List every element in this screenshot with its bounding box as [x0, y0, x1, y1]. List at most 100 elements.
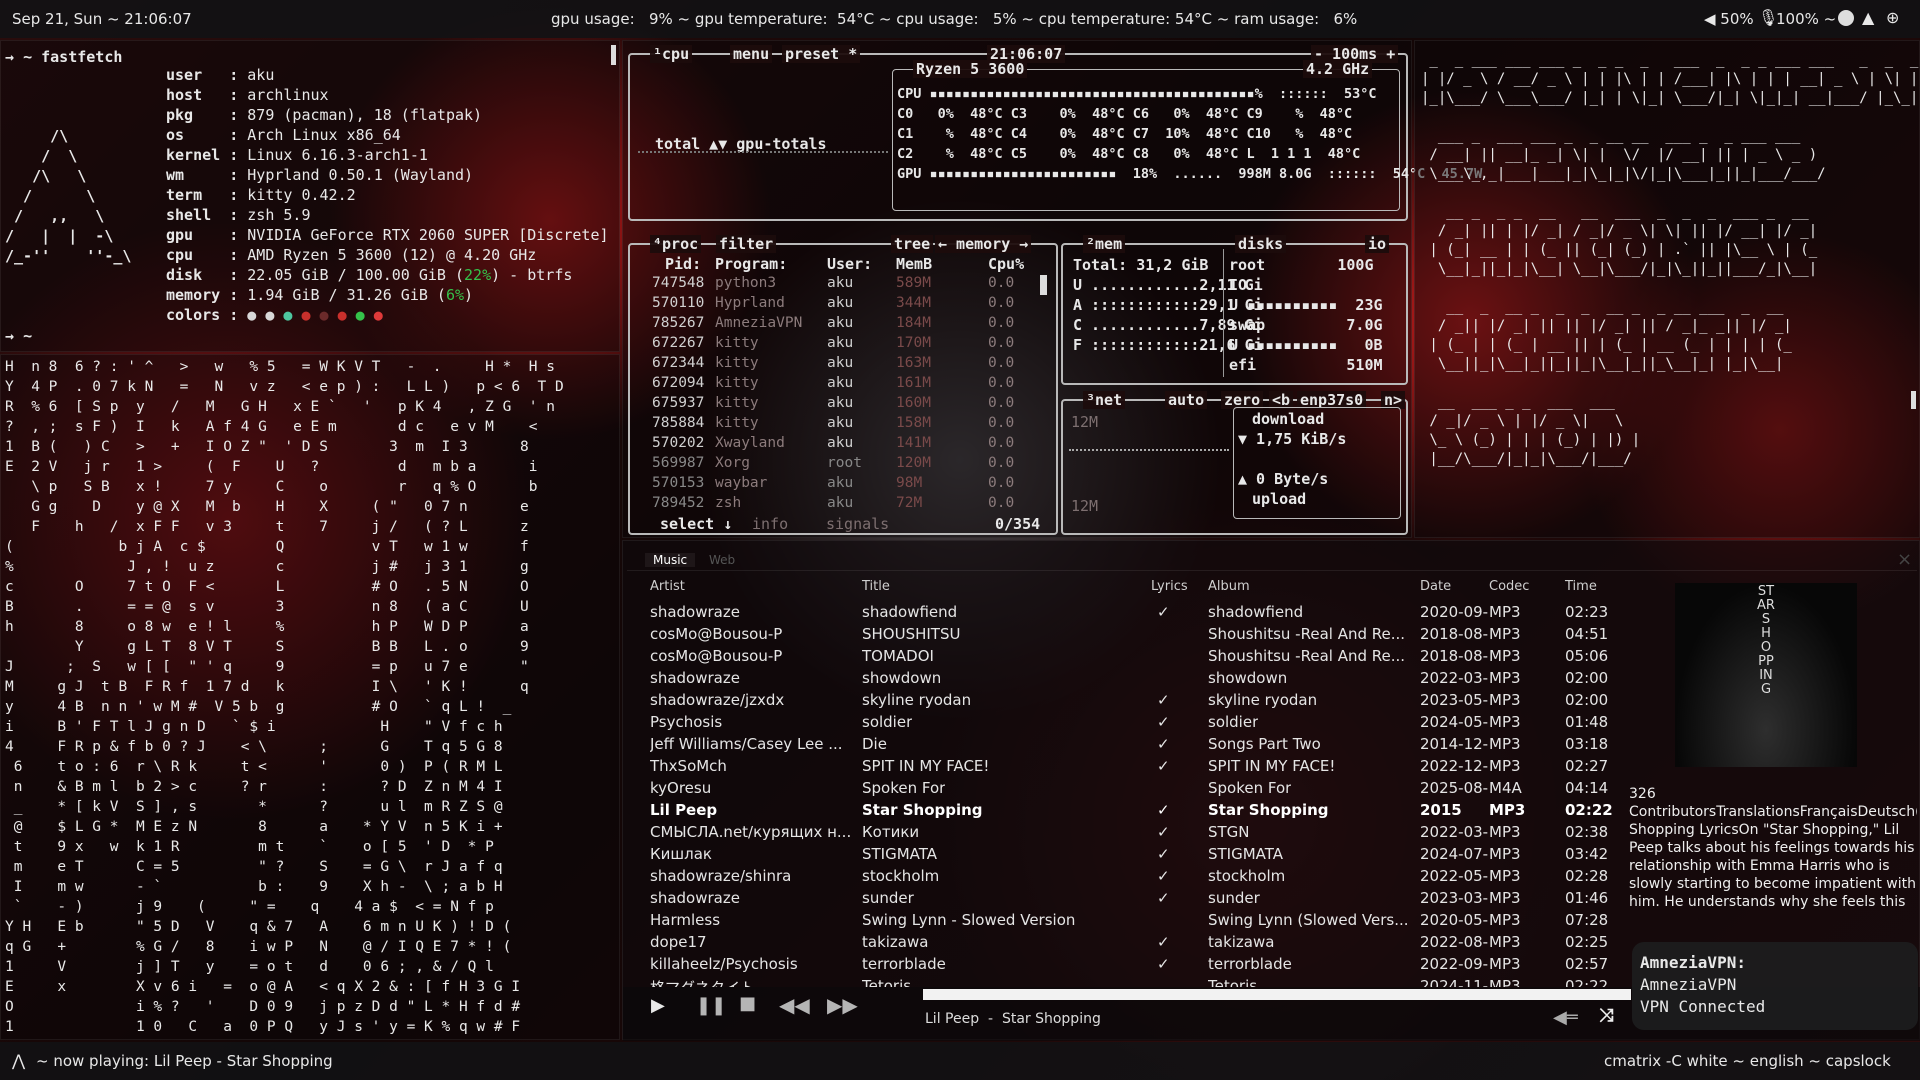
process-row[interactable]: 570202 Xwayland aku 141M 0.0: [630, 435, 1040, 455]
track-row[interactable]: killaheelz/Psychosis terrorblade ✓ terrorbl…: [623, 953, 1623, 975]
fastfetch-terminal[interactable]: → ~ fastfetch /\ / \ /\ \ / \ / ,, \ / |…: [0, 40, 620, 352]
preset-tab[interactable]: preset *: [782, 45, 861, 63]
system-info-list: user : aku host : archlinux pkg : 879 (pac…: [166, 65, 609, 325]
process-row[interactable]: 569987 Xorg root 120M 0.0: [630, 455, 1040, 475]
menu-tab[interactable]: menu: [730, 45, 773, 63]
cpu-detail-box: Ryzen 5 3600 4.2 GHz CPU ▪▪▪▪▪▪▪▪▪▪▪▪▪▪▪…: [892, 60, 1482, 211]
filter-tab[interactable]: filter: [716, 235, 777, 253]
track-time: 02:27: [1565, 757, 1609, 775]
memory-sort-tab[interactable]: ← memory →: [935, 235, 1032, 253]
launcher-icon[interactable]: ⋀: [12, 1051, 25, 1070]
cmatrix-terminal[interactable]: H n 8 6 ? : ' ^ > w % 5 = W K V T - . H …: [0, 354, 620, 1040]
info-label[interactable]: info: [752, 515, 788, 533]
col-album[interactable]: Album: [1208, 579, 1250, 594]
select-label[interactable]: select ↓: [660, 515, 732, 533]
process-row[interactable]: 785267 AmneziaVPN aku 184M 0.0: [630, 315, 1040, 335]
track-row[interactable]: СМЫСЛА.net/курящих н... Котики ✓ STGN 2022-0…: [623, 821, 1623, 843]
network-icon[interactable]: ⊕: [1886, 8, 1899, 27]
process-row[interactable]: 672094 kitty aku 161M 0.0: [630, 375, 1040, 395]
disks-tab[interactable]: disks: [1235, 235, 1287, 253]
track-row[interactable]: Lil Peep Star Shopping ✓ Star Shopping 2015 M…: [623, 799, 1623, 821]
close-icon[interactable]: ×: [1897, 549, 1912, 570]
process-row[interactable]: 789452 zsh aku 72M 0.0: [630, 495, 1040, 515]
net-tab[interactable]: ³net: [1083, 391, 1126, 409]
vpn-notification[interactable]: AmneziaVPN: AmneziaVPN VPN Connected: [1632, 942, 1918, 1030]
tree-tab[interactable]: tree: [891, 235, 934, 253]
stop-icon[interactable]: ■: [739, 993, 756, 1014]
mem-box: ²mem disks io Total: 31,2 GiB U .........…: [1061, 235, 1408, 385]
track-title: Swing Lynn - Slowed Version: [862, 911, 1076, 929]
shuffle-icon[interactable]: ⤨: [1599, 1005, 1613, 1026]
track-row[interactable]: cosMo@Bousou-P TOMADOI Shoushitsu -Real An…: [623, 645, 1623, 667]
track-row[interactable]: dope17 takizawa ✓ takizawa 2022-08-...MP3 02:…: [623, 931, 1623, 953]
process-row[interactable]: 675937 kitty aku 160M 0.0: [630, 395, 1040, 415]
proc-scrollbar[interactable]: [1040, 275, 1047, 295]
arch-icon[interactable]: ▲: [1862, 8, 1874, 27]
track-codec: MP3: [1489, 845, 1521, 863]
process-row[interactable]: 672267 kitty aku 170M 0.0: [630, 335, 1040, 355]
track-row[interactable]: shadowraze sunder ✓ sunder 2023-03-...MP3 01:…: [623, 887, 1623, 909]
track-row[interactable]: kyOresu Spoken For Spoken For 2025-08-...M4…: [623, 777, 1623, 799]
pause-icon[interactable]: ❚❚: [696, 995, 726, 1016]
track-date: 2024-11-...: [1420, 977, 1488, 987]
track-row[interactable]: Harmless Swing Lynn - Slowed Version Swing…: [623, 909, 1623, 931]
track-row[interactable]: Jeff Williams/Casey Lee ... Die ✓ Songs Par…: [623, 733, 1623, 755]
info-value: 879 (pacman), 18 (flatpak): [247, 106, 483, 124]
play-icon[interactable]: ▶: [651, 995, 665, 1016]
tab-music[interactable]: Music: [645, 553, 696, 567]
col-date[interactable]: Date: [1420, 579, 1451, 594]
volume-icon[interactable]: ◀═: [1553, 1007, 1578, 1028]
io-tab[interactable]: io: [1365, 235, 1390, 253]
process-row[interactable]: 672344 kitty aku 163M 0.0: [630, 355, 1040, 375]
track-lyrics: ✓: [1157, 889, 1170, 907]
track-row[interactable]: cosMo@Bousou-P SHOUSHITSU Shoushitsu -Real…: [623, 623, 1623, 645]
matrix-line: m e T C = 5 " ? S = G \ r J a f q: [5, 859, 503, 875]
battery-indicator[interactable]: 100% ~: [1776, 10, 1836, 28]
figlet-scrollbar[interactable]: [1911, 391, 1916, 409]
track-row[interactable]: shadowraze/jzxdx skyline ryodan ✓ skyline r…: [623, 689, 1623, 711]
disk-row: swap 7.0G: [1229, 316, 1383, 334]
proc-tab[interactable]: ⁴proc: [650, 235, 702, 253]
figlet-terminal[interactable]: _ _ ___ ___ ___ _ _ _ _ ___ _ _ _ ___ __…: [1414, 40, 1920, 538]
matrix-line: ` - ) j 9 ( " = q 4 a $ < = N f p: [5, 899, 494, 915]
mem-tab[interactable]: ²mem: [1083, 235, 1126, 253]
matrix-line: y 4 B n n ' w M # V 5 b g # O ` q L ! _: [5, 699, 512, 715]
previous-icon[interactable]: ◀◀: [779, 993, 810, 1017]
volume-indicator[interactable]: ◀ 50%: [1704, 10, 1754, 28]
info-value: Linux 6.16.3-arch1-1: [247, 146, 428, 164]
night-light-icon[interactable]: [1838, 10, 1854, 26]
info-label: disk :: [166, 266, 248, 284]
track-codec: MP3: [1489, 713, 1521, 731]
auto-toggle[interactable]: auto: [1165, 391, 1208, 409]
col-title[interactable]: Title: [862, 579, 890, 594]
track-list[interactable]: shadowraze shadowfiend ✓ shadowfiend 2020-09…: [623, 601, 1623, 987]
process-row[interactable]: 570110 Hyprland aku 344M 0.0: [630, 295, 1040, 315]
col-time[interactable]: Time: [1565, 579, 1597, 594]
track-row[interactable]: Кишлак STIGMATA ✓ STIGMATA 2024-07-...MP3 03:…: [623, 843, 1623, 865]
track-row[interactable]: ThxSoMch SPIT IN MY FACE! ✓ SPIT IN MY FACE…: [623, 755, 1623, 777]
seek-bar[interactable]: [923, 989, 1631, 1000]
next-icon[interactable]: ▶▶: [827, 993, 858, 1017]
track-album: stockholm: [1208, 867, 1286, 885]
process-row[interactable]: 570153 waybar aku 98M 0.0: [630, 475, 1040, 495]
signals-label[interactable]: signals: [826, 515, 889, 533]
track-time: 04:14: [1565, 779, 1609, 797]
process-row[interactable]: 747548 python3 aku 589M 0.0: [630, 275, 1040, 295]
col-lyrics[interactable]: Lyrics: [1151, 579, 1188, 594]
cpu-tab[interactable]: ¹cpu: [650, 45, 693, 63]
scrollbar[interactable]: [611, 45, 616, 65]
process-row[interactable]: 785884 kitty aku 158M 0.0: [630, 415, 1040, 435]
track-row[interactable]: shadowraze/shinra stockholm ✓ stockholm 2022…: [623, 865, 1623, 887]
col-codec[interactable]: Codec: [1489, 579, 1529, 594]
tab-web[interactable]: Web: [709, 553, 735, 567]
track-date: 2020-05-...: [1420, 911, 1488, 929]
disk-row: root 100G: [1229, 256, 1374, 274]
track-row[interactable]: shadowraze shadowfiend ✓ shadowfiend 2020-09…: [623, 601, 1623, 623]
btop-window[interactable]: ¹cpu menu preset * 21:06:07 - 100ms + to…: [622, 40, 1482, 538]
track-row[interactable]: shadowraze showdown showdown 2022-03-...MP3…: [623, 667, 1623, 689]
col-artist[interactable]: Artist: [650, 579, 685, 594]
matrix-line: H n 8 6 ? : ' ^ > w % 5 = W K V T - . H …: [5, 359, 555, 375]
process-cpu: 0.0: [988, 355, 1015, 371]
track-row[interactable]: Psychosis soldier ✓ soldier 2024-05-...MP3 01…: [623, 711, 1623, 733]
track-row[interactable]: 柊マグネタイト Tetoris Tetoris 2024-11-...MP3 02:22: [623, 975, 1623, 987]
